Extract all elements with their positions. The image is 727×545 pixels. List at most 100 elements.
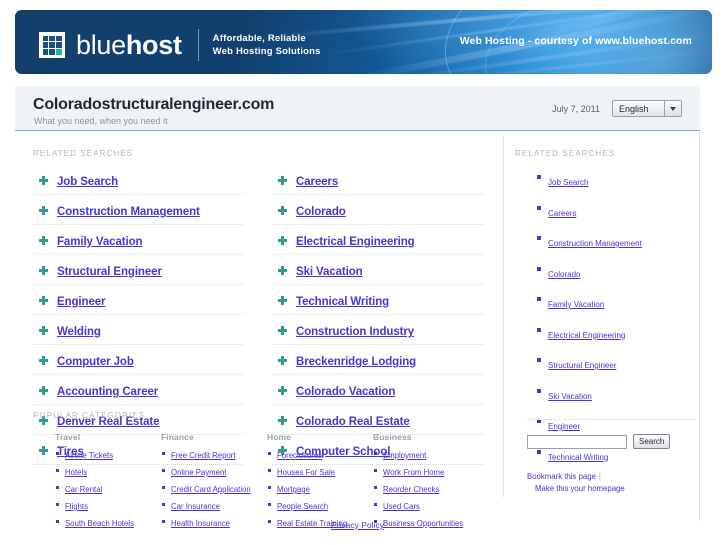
category-link[interactable]: Free Credit Report bbox=[171, 451, 236, 460]
related-search-link[interactable]: Job Search bbox=[57, 176, 118, 188]
category-link[interactable]: Foreclosures bbox=[277, 451, 322, 460]
related-search-item[interactable]: Construction Management bbox=[33, 202, 244, 225]
sidebar-item[interactable]: Electrical Engineering bbox=[537, 325, 695, 343]
list-item[interactable]: Car Rental bbox=[55, 482, 161, 495]
related-searches-heading: RELATED SEARCHES bbox=[33, 149, 134, 158]
language-select[interactable]: English bbox=[612, 100, 682, 117]
sidebar-link[interactable]: Engineer bbox=[548, 422, 580, 431]
list-item[interactable]: Work From Home bbox=[373, 465, 479, 478]
related-search-link[interactable]: Engineer bbox=[57, 296, 106, 308]
category-link[interactable]: Airline Tickets bbox=[65, 451, 113, 460]
privacy-policy-link[interactable]: Privacy Policy bbox=[331, 520, 384, 530]
category-link[interactable]: Reorder Checks bbox=[383, 485, 439, 494]
related-search-link[interactable]: Ski Vacation bbox=[296, 266, 363, 278]
related-search-item[interactable]: Accounting Career bbox=[33, 382, 244, 405]
related-search-item[interactable]: Computer Job bbox=[33, 352, 244, 375]
list-item[interactable]: Reorder Checks bbox=[373, 482, 479, 495]
related-search-item[interactable]: Colorado bbox=[272, 202, 483, 225]
category-link[interactable]: Car Insurance bbox=[171, 502, 220, 511]
list-item[interactable]: Foreclosures bbox=[267, 448, 373, 461]
related-search-link[interactable]: Colorado Vacation bbox=[296, 386, 395, 398]
category-link[interactable]: Houses For Sale bbox=[277, 468, 335, 477]
related-search-link[interactable]: Careers bbox=[296, 176, 338, 188]
plus-marker-icon bbox=[39, 176, 48, 185]
make-homepage-link[interactable]: Make this your homepage bbox=[535, 484, 625, 493]
list-item[interactable]: Free Credit Report bbox=[161, 448, 267, 461]
footer: Privacy Policy bbox=[15, 515, 700, 533]
related-search-item[interactable]: Careers bbox=[272, 172, 483, 195]
related-search-item[interactable]: Family Vacation bbox=[33, 232, 244, 255]
related-search-item[interactable]: Technical Writing bbox=[272, 292, 483, 315]
sidebar-item[interactable]: Family Vacation bbox=[537, 294, 695, 312]
category-link[interactable]: Credit Card Application bbox=[171, 485, 251, 494]
related-search-item[interactable]: Engineer bbox=[33, 292, 244, 315]
sidebar-item[interactable]: Structural Engineer bbox=[537, 355, 695, 373]
category-title: Home bbox=[267, 432, 292, 442]
search-button[interactable]: Search bbox=[633, 434, 671, 449]
related-search-item[interactable]: Breckenridge Lodging bbox=[272, 352, 483, 375]
sidebar-item[interactable]: Job Search bbox=[537, 172, 695, 190]
related-search-item[interactable]: Welding bbox=[33, 322, 244, 345]
related-search-link[interactable]: Electrical Engineering bbox=[296, 236, 415, 248]
search-input[interactable] bbox=[527, 434, 627, 449]
sidebar-link[interactable]: Colorado bbox=[548, 270, 580, 279]
bookmark-page-link[interactable]: Bookmark this page bbox=[527, 472, 596, 481]
sidebar-link[interactable]: Careers bbox=[548, 209, 576, 218]
sidebar-item[interactable]: Colorado bbox=[537, 264, 695, 282]
related-search-link[interactable]: Structural Engineer bbox=[57, 266, 162, 278]
list-item[interactable]: Hotels bbox=[55, 465, 161, 478]
category-link[interactable]: Hotels bbox=[65, 468, 87, 477]
related-search-item[interactable]: Colorado Vacation bbox=[272, 382, 483, 405]
related-search-link[interactable]: Construction Management bbox=[57, 206, 200, 218]
sidebar-link[interactable]: Technical Writing bbox=[548, 453, 608, 462]
date-label: July 7, 2011 bbox=[552, 104, 600, 114]
related-search-link[interactable]: Colorado bbox=[296, 206, 346, 218]
related-search-item[interactable]: Electrical Engineering bbox=[272, 232, 483, 255]
tagline-line-1: Affordable, Reliable bbox=[212, 33, 306, 44]
sidebar-link[interactable]: Electrical Engineering bbox=[548, 331, 625, 340]
related-search-link[interactable]: Computer Job bbox=[57, 356, 134, 368]
related-search-item[interactable]: Ski Vacation bbox=[272, 262, 483, 285]
related-search-link[interactable]: Welding bbox=[57, 326, 101, 338]
list-item[interactable]: Flights bbox=[55, 499, 161, 512]
related-search-link[interactable]: Accounting Career bbox=[57, 386, 158, 398]
sidebar-link[interactable]: Construction Management bbox=[548, 239, 642, 248]
related-search-item[interactable]: Structural Engineer bbox=[33, 262, 244, 285]
related-search-item[interactable]: Job Search bbox=[33, 172, 244, 195]
related-search-link[interactable]: Construction Industry bbox=[296, 326, 414, 338]
category-link[interactable]: Work From Home bbox=[383, 468, 444, 477]
list-item[interactable]: Airline Tickets bbox=[55, 448, 161, 461]
plus-marker-icon bbox=[278, 206, 287, 215]
page-subtitle: What you need, when you need it bbox=[34, 116, 168, 126]
sidebar-link[interactable]: Family Vacation bbox=[548, 300, 604, 309]
list-item[interactable]: People Search bbox=[267, 499, 373, 512]
related-search-link[interactable]: Technical Writing bbox=[296, 296, 389, 308]
sidebar-item[interactable]: Technical Writing bbox=[537, 447, 695, 465]
sidebar-item[interactable]: Careers bbox=[537, 203, 695, 221]
related-search-link[interactable]: Breckenridge Lodging bbox=[296, 356, 416, 368]
category-link[interactable]: People Search bbox=[277, 502, 328, 511]
category-link[interactable]: Used Cars bbox=[383, 502, 420, 511]
bluehost-logo[interactable]: bluehost Affordable, Reliable Web Hostin… bbox=[39, 29, 321, 61]
related-search-item[interactable]: Construction Industry bbox=[272, 322, 483, 345]
list-item[interactable]: Credit Card Application bbox=[161, 482, 267, 495]
sidebar-link[interactable]: Structural Engineer bbox=[548, 361, 616, 370]
sidebar-divider bbox=[527, 419, 695, 420]
sidebar-item[interactable]: Construction Management bbox=[537, 233, 695, 251]
sidebar-link[interactable]: Job Search bbox=[548, 178, 588, 187]
sidebar-link[interactable]: Ski Vacation bbox=[548, 392, 592, 401]
category-link[interactable]: Employment bbox=[383, 451, 426, 460]
list-item[interactable]: Mortgage bbox=[267, 482, 373, 495]
plus-marker-icon bbox=[39, 296, 48, 305]
sidebar-item[interactable]: Ski Vacation bbox=[537, 386, 695, 404]
category-link[interactable]: Flights bbox=[65, 502, 88, 511]
list-item[interactable]: Car Insurance bbox=[161, 499, 267, 512]
list-item[interactable]: Houses For Sale bbox=[267, 465, 373, 478]
category-link[interactable]: Mortgage bbox=[277, 485, 310, 494]
list-item[interactable]: Used Cars bbox=[373, 499, 479, 512]
related-search-link[interactable]: Family Vacation bbox=[57, 236, 143, 248]
list-item[interactable]: Online Payment bbox=[161, 465, 267, 478]
list-item[interactable]: Employment bbox=[373, 448, 479, 461]
category-link[interactable]: Car Rental bbox=[65, 485, 102, 494]
category-link[interactable]: Online Payment bbox=[171, 468, 226, 477]
